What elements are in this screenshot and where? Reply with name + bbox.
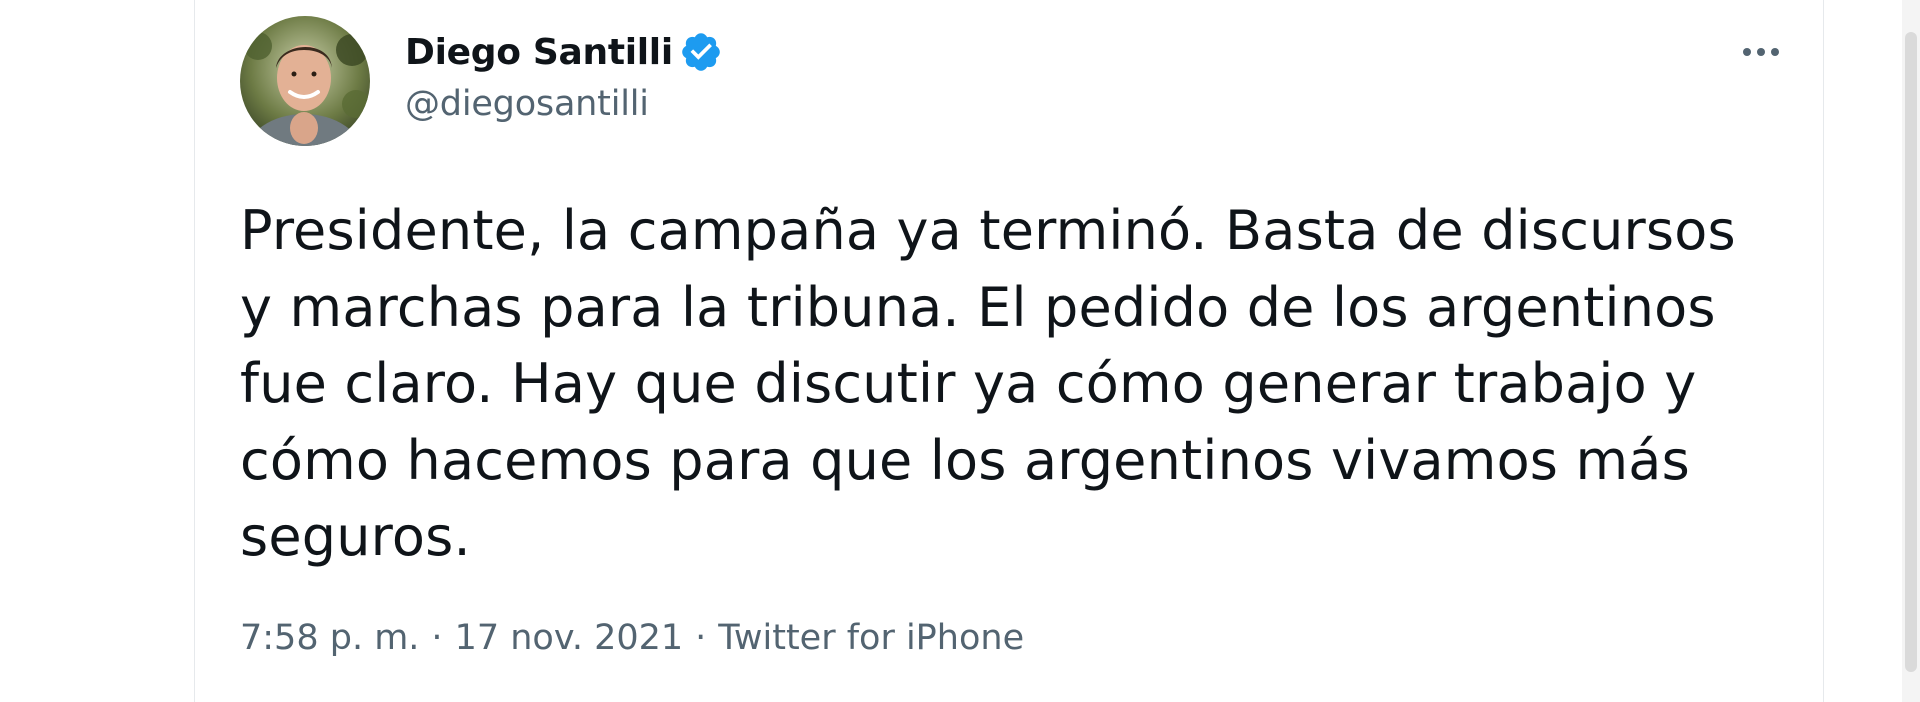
- tweet-source-link[interactable]: Twitter for iPhone: [718, 618, 1024, 658]
- more-horizontal-icon: [1743, 48, 1779, 56]
- scrollbar[interactable]: [1902, 0, 1920, 702]
- author-avatar[interactable]: [240, 16, 370, 146]
- tweet-time-link[interactable]: 7:58 p. m.: [240, 618, 419, 658]
- scrollbar-thumb[interactable]: [1905, 32, 1917, 672]
- verified-badge-icon: [679, 30, 723, 74]
- meta-separator: ·: [431, 618, 443, 658]
- author-handle[interactable]: @diegosantilli: [405, 84, 649, 124]
- tweet-text: Presidente, la campaña ya terminó. Basta…: [240, 199, 1736, 568]
- avatar-photo: [240, 16, 370, 146]
- tweet-date-link[interactable]: 17 nov. 2021: [455, 618, 684, 658]
- author-name[interactable]: Diego Santilli: [405, 32, 673, 73]
- tweet-metadata: 7:58 p. m. · 17 nov. 2021 · Twitter for …: [240, 618, 1024, 658]
- more-options-button[interactable]: [1731, 30, 1791, 74]
- tweet-card[interactable]: Diego Santilli @diegosantilli Presidente…: [194, 0, 1824, 702]
- meta-separator: ·: [695, 618, 707, 658]
- author-name-row[interactable]: Diego Santilli: [405, 30, 723, 74]
